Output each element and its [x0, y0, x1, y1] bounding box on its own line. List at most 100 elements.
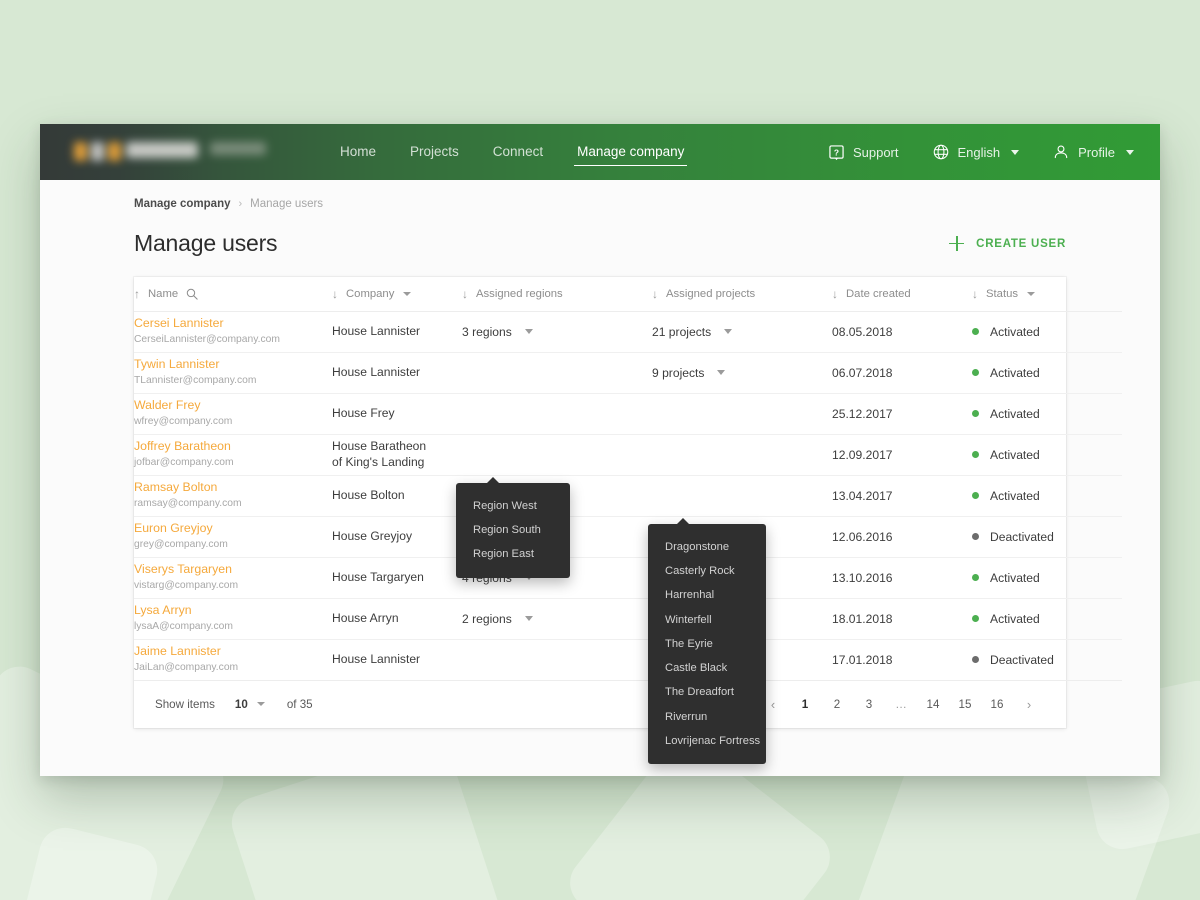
- tooltip-item-project[interactable]: The Eyrie: [648, 632, 766, 656]
- support-label: Support: [852, 144, 899, 160]
- status-label: Deactivated: [990, 652, 1054, 667]
- column-label-date-created: Date created: [846, 287, 911, 300]
- nav-link-connect[interactable]: Connect: [476, 124, 560, 180]
- help-icon: ?: [829, 144, 844, 160]
- pagination-page[interactable]: 16: [986, 698, 1008, 711]
- assigned-regions-value[interactable]: 3 regions: [462, 325, 533, 339]
- chevron-down-icon: [1126, 149, 1134, 155]
- show-items-control: Show items 10 of 35: [155, 698, 313, 711]
- user-name-link[interactable]: Joffrey Baratheon: [134, 439, 332, 454]
- bg-shape: [17, 822, 163, 900]
- cell-status: Deactivated: [972, 516, 1122, 558]
- chevron-down-icon: [724, 329, 733, 334]
- column-label-assigned-projects: Assigned projects: [666, 287, 756, 300]
- status-label: Activated: [990, 447, 1040, 462]
- cell-assigned-regions: 3 regions: [462, 311, 652, 353]
- table-row[interactable]: Viserys Targaryen vistarg@company.com Hous…: [134, 557, 1122, 599]
- breadcrumb-parent[interactable]: Manage company: [134, 198, 231, 210]
- user-name-link[interactable]: Walder Frey: [134, 398, 332, 413]
- search-icon[interactable]: [186, 288, 198, 300]
- column-header-assigned-regions[interactable]: ↓ Assigned regions: [462, 277, 652, 312]
- user-name-link[interactable]: Cersei Lannister: [134, 316, 332, 331]
- cell-assigned-projects: [652, 393, 832, 435]
- user-email: jofbar@company.com: [134, 456, 234, 468]
- pagination-page[interactable]: 15: [954, 698, 976, 711]
- assigned-regions-tooltip: Region West Region South Region East: [456, 477, 570, 578]
- user-icon: [1053, 144, 1069, 160]
- column-header-status[interactable]: ↓ Status: [972, 277, 1122, 312]
- pagination-page[interactable]: 2: [826, 698, 848, 711]
- filter-caret-icon[interactable]: [403, 291, 412, 296]
- users-table: ↑ Name ↓ Company ↓ Assigned regions ↓ As…: [134, 277, 1122, 681]
- user-name-link[interactable]: Viserys Targaryen: [134, 562, 332, 577]
- table-row[interactable]: Walder Frey wfrey@company.com House Frey 25…: [134, 393, 1122, 435]
- user-name-link[interactable]: Ramsay Bolton: [134, 480, 332, 495]
- table-row[interactable]: Tywin Lannister TLannister@company.com Hou…: [134, 352, 1122, 394]
- table-header: ↑ Name ↓ Company ↓ Assigned regions ↓ As…: [134, 277, 1122, 312]
- show-items-value[interactable]: 10: [235, 698, 248, 711]
- nav-link-home[interactable]: Home: [323, 124, 393, 180]
- table-row[interactable]: Ramsay Bolton ramsay@company.com House Bol…: [134, 475, 1122, 517]
- nav-link-projects[interactable]: Projects: [393, 124, 476, 180]
- cell-company: House Frey: [332, 393, 462, 435]
- pagination-page[interactable]: 3: [858, 698, 880, 711]
- tooltip-item-project[interactable]: Casterly Rock: [648, 559, 766, 583]
- company-logo[interactable]: [58, 139, 273, 165]
- status-dot-icon: [972, 328, 979, 335]
- cell-company: House Lannister: [332, 352, 462, 394]
- status-badge: Deactivated: [972, 653, 1122, 667]
- assigned-regions-value[interactable]: 2 regions: [462, 612, 533, 626]
- tooltip-item-region[interactable]: Region South: [456, 518, 570, 542]
- cell-status: Activated: [972, 475, 1122, 517]
- cell-date-created: 12.06.2016: [832, 516, 972, 558]
- pagination-page[interactable]: 1: [794, 698, 816, 711]
- tooltip-item-project[interactable]: Lovrijenac Fortress: [648, 729, 766, 753]
- pagination-next[interactable]: ›: [1018, 697, 1040, 712]
- cell-company: House Greyjoy: [332, 516, 462, 558]
- status-dot-icon: [972, 492, 979, 499]
- tooltip-item-region[interactable]: Region West: [456, 494, 570, 518]
- status-dot-icon: [972, 369, 979, 376]
- user-name-link[interactable]: Tywin Lannister: [134, 357, 332, 372]
- language-selector[interactable]: English: [933, 144, 1020, 160]
- tooltip-item-project[interactable]: Winterfell: [648, 608, 766, 632]
- nav-link-manage-company[interactable]: Manage company: [560, 124, 701, 180]
- filter-caret-icon[interactable]: [1027, 291, 1036, 296]
- status-badge: Activated: [972, 366, 1122, 380]
- chevron-down-icon[interactable]: [256, 702, 265, 706]
- tooltip-item-project[interactable]: The Dreadfort: [648, 680, 766, 704]
- table-row[interactable]: Lysa Arryn lysaA@company.com House Arryn 2 …: [134, 598, 1122, 640]
- user-name-link[interactable]: Euron Greyjoy: [134, 521, 332, 536]
- tooltip-item-project[interactable]: Dragonstone: [648, 535, 766, 559]
- support-button[interactable]: ? Support: [829, 145, 899, 160]
- table-row[interactable]: Joffrey Baratheon jofbar@company.com House…: [134, 434, 1122, 476]
- table-row[interactable]: Jaime Lannister JaiLan@company.com House L…: [134, 639, 1122, 681]
- assigned-projects-value[interactable]: 21 projects: [652, 325, 733, 339]
- column-header-name[interactable]: ↑ Name: [134, 277, 332, 312]
- assigned-projects-value[interactable]: 9 projects: [652, 366, 726, 380]
- table-row[interactable]: Cersei Lannister CerseiLannister@company.…: [134, 311, 1122, 353]
- table-row[interactable]: Euron Greyjoy grey@company.com House Greyj…: [134, 516, 1122, 558]
- user-email: wfrey@company.com: [134, 415, 233, 427]
- cell-company: House Targaryen: [332, 557, 462, 599]
- status-label: Activated: [990, 406, 1040, 421]
- cell-date-created: 13.10.2016: [832, 557, 972, 599]
- user-name-link[interactable]: Lysa Arryn: [134, 603, 332, 618]
- date-created-value: 18.01.2018: [832, 611, 893, 626]
- status-badge: Activated: [972, 325, 1122, 339]
- tooltip-item-region[interactable]: Region East: [456, 542, 570, 566]
- column-label-company: Company: [346, 287, 395, 300]
- pagination-page[interactable]: 14: [922, 698, 944, 711]
- tooltip-item-project[interactable]: Castle Black: [648, 656, 766, 680]
- column-header-company[interactable]: ↓ Company: [332, 277, 462, 312]
- profile-menu[interactable]: Profile: [1053, 144, 1134, 160]
- tooltip-item-project[interactable]: Harrenhal: [648, 583, 766, 607]
- breadcrumb: Manage company › Manage users: [40, 180, 1160, 210]
- column-header-assigned-projects[interactable]: ↓ Assigned projects: [652, 277, 832, 312]
- tooltip-item-project[interactable]: Riverrun: [648, 705, 766, 729]
- status-dot-icon: [972, 574, 979, 581]
- user-name-link[interactable]: Jaime Lannister: [134, 644, 332, 659]
- column-header-date-created[interactable]: ↓ Date created: [832, 277, 972, 312]
- create-user-button[interactable]: CREATE USER: [949, 236, 1066, 251]
- breadcrumb-separator-icon: ›: [238, 198, 243, 210]
